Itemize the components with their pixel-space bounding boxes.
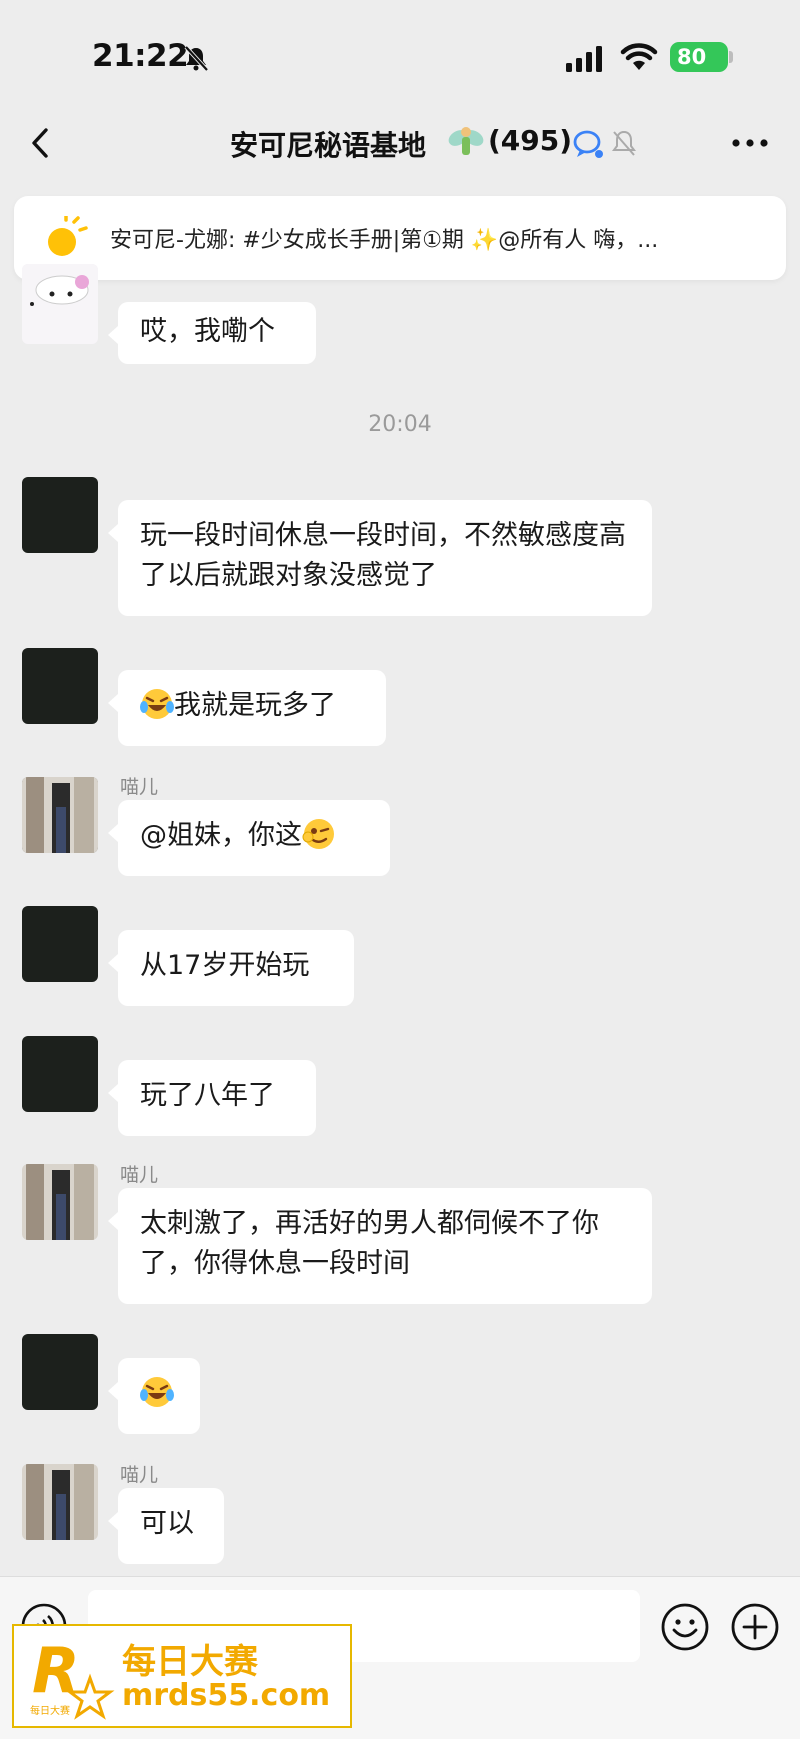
avatar[interactable] <box>22 477 98 553</box>
message-bubble[interactable]: 可以 <box>108 1488 224 1564</box>
avatar[interactable] <box>22 1334 98 1410</box>
photo-avatar-icon <box>22 777 98 853</box>
chat-bubble-icon <box>573 130 603 158</box>
message-text: @姐妹，你这 <box>140 820 302 851</box>
svg-text:R: R <box>32 1634 80 1707</box>
avatar[interactable] <box>22 1036 98 1112</box>
avatar[interactable] <box>22 1464 98 1540</box>
battery-indicator: 80 <box>670 42 728 72</box>
message-text: 从17岁开始玩 <box>140 950 310 981</box>
laugh-cry-emoji-icon <box>140 689 174 719</box>
message-text: 可以 <box>140 1508 194 1539</box>
wifi-icon <box>620 43 658 70</box>
bell-mute-icon <box>612 130 636 156</box>
photo-avatar-icon <box>22 1164 98 1240</box>
plus-icon[interactable] <box>730 1602 780 1652</box>
back-button[interactable] <box>20 118 60 168</box>
watermark: R 每日大赛 每日大赛 mrds55.com <box>12 1624 352 1728</box>
message-bubble[interactable]: @姐妹，你这 <box>108 800 390 876</box>
message-text: 玩一段时间休息一段时间，不然敏感度高了以后就跟对象没感觉了 <box>140 520 626 591</box>
message-bubble[interactable]: 玩了八年了 <box>108 1060 316 1136</box>
avatar[interactable] <box>22 648 98 724</box>
sender-name: 喵儿 <box>120 1164 159 1186</box>
avatar[interactable] <box>22 264 98 344</box>
avatar[interactable] <box>22 906 98 982</box>
message-bubble[interactable]: 太刺激了，再活好的男人都伺候不了你了，你得休息一段时间 <box>108 1188 652 1304</box>
message-text: 玩了八年了 <box>140 1080 275 1111</box>
photo-avatar-icon <box>22 1464 98 1540</box>
message-bubble[interactable]: 哎，我嘞个 <box>108 302 316 364</box>
status-time: 21:22 <box>92 38 189 74</box>
svg-text:每日大赛: 每日大赛 <box>30 1704 70 1717</box>
message-text: 哎，我嘞个 <box>140 316 275 347</box>
sender-name: 喵儿 <box>120 776 159 798</box>
announcement-text: 安可尼-尤娜: #少女成长手册|第①期 ✨@所有人 嗨，... <box>110 228 659 253</box>
message-bubble[interactable]: 我就是玩多了 <box>108 670 386 746</box>
avatar[interactable] <box>22 1164 98 1240</box>
fairy-emoji-icon <box>448 127 484 155</box>
announcement-banner[interactable]: 安可尼-尤娜: #少女成长手册|第①期 ✨@所有人 嗨，... <box>14 196 786 280</box>
timestamp: 20:04 <box>368 412 432 437</box>
message-bubble[interactable]: 玩一段时间休息一段时间，不然敏感度高了以后就跟对象没感觉了 <box>108 500 652 616</box>
message-bubble[interactable] <box>108 1358 200 1434</box>
avatar[interactable] <box>22 777 98 853</box>
sun-icon <box>48 216 88 256</box>
message-bubble[interactable]: 从17岁开始玩 <box>108 930 354 1006</box>
more-options-button[interactable] <box>728 128 772 158</box>
bell-slash-icon <box>184 45 209 72</box>
laugh-cry-emoji-icon <box>140 1377 174 1407</box>
signal-icon <box>566 46 602 72</box>
watermark-title: 每日大赛 <box>122 1642 258 1682</box>
watermark-logo-icon: R 每日大赛 <box>30 1634 115 1720</box>
battery-cap <box>729 51 733 63</box>
emoji-icon[interactable] <box>660 1602 710 1652</box>
chat-title: 安可尼秘语基地 <box>230 129 427 162</box>
sender-name: 喵儿 <box>120 1464 159 1486</box>
message-text: 我就是玩多了 <box>174 690 336 721</box>
message-text: 太刺激了，再活好的男人都伺候不了你了，你得休息一段时间 <box>140 1208 599 1279</box>
watermark-url: mrds55.com <box>122 1678 331 1713</box>
hello-kitty-avatar-icon <box>22 264 98 344</box>
wink-emoji-icon <box>302 819 334 849</box>
member-count: (495) <box>488 124 573 157</box>
